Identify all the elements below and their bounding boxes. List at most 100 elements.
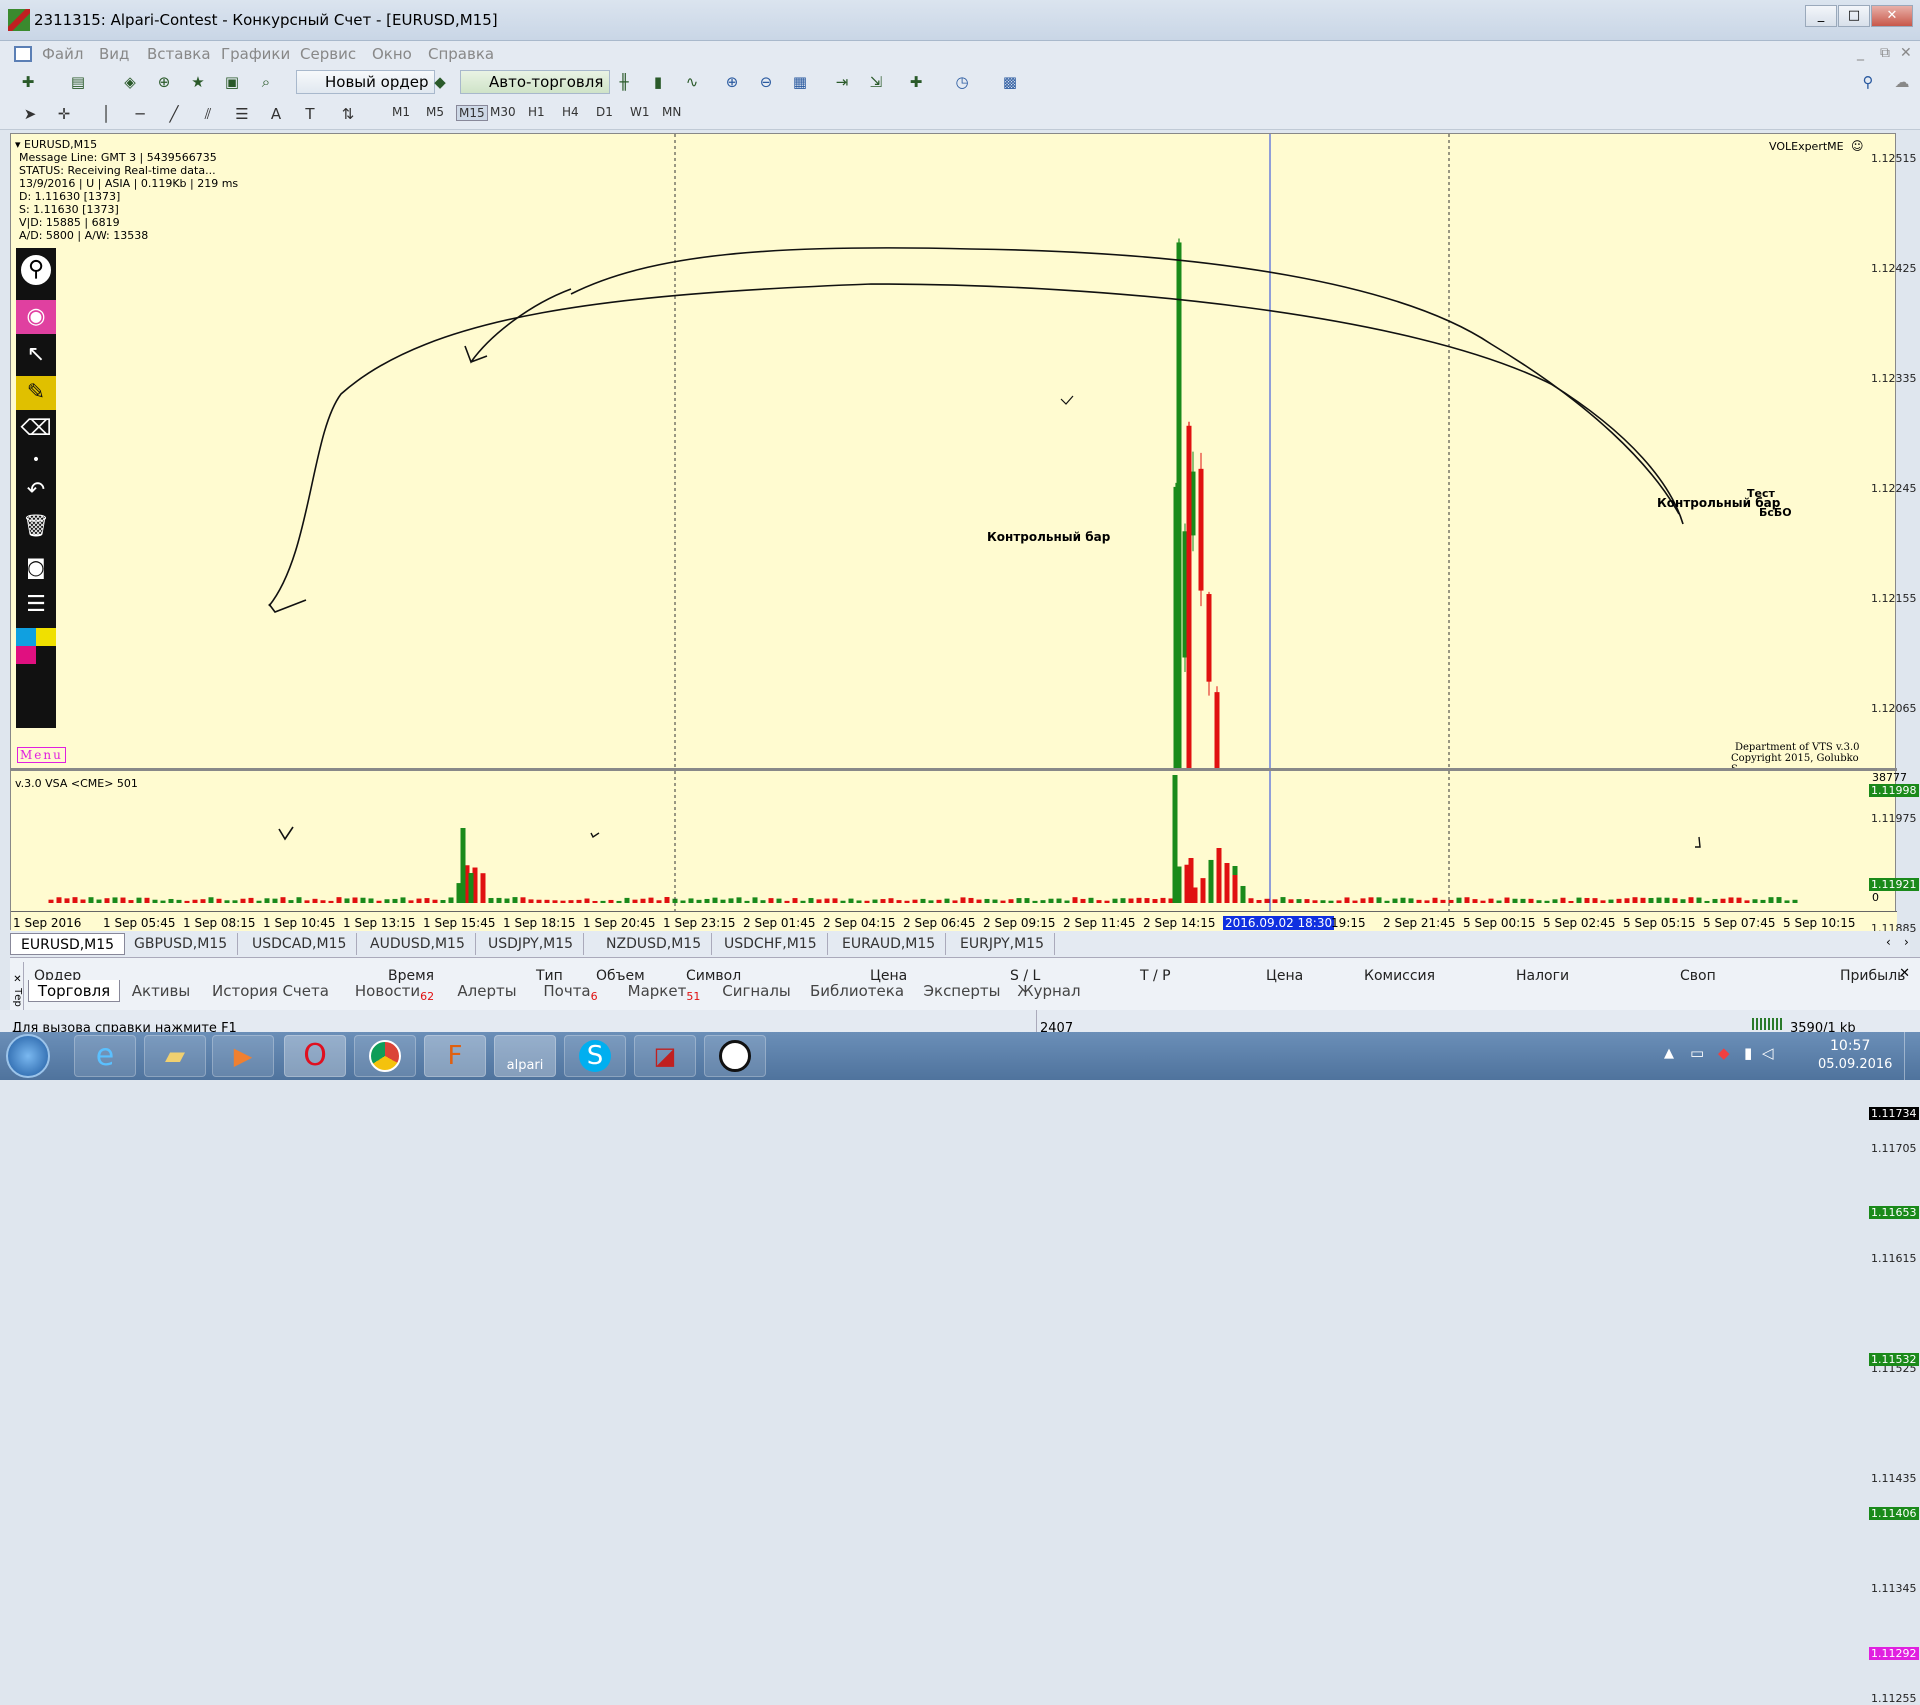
terminal-tab[interactable]: Маркет51 [617,980,711,1003]
hand-drawn-tick[interactable] [1060,395,1074,405]
pointer-icon[interactable]: ↖ [16,338,56,372]
terminal-column-header[interactable]: Своп [1680,968,1716,984]
color-swatch-magenta[interactable] [16,646,36,664]
text-icon[interactable]: A [264,102,288,126]
new-chart-icon[interactable]: ✚ [16,70,40,94]
mdi-minimize-button[interactable]: _ [1857,45,1864,61]
tf-d1[interactable]: D1 [596,105,613,119]
terminal-column-header[interactable]: Налоги [1516,968,1569,984]
terminal-tab[interactable]: Почта6 [528,980,613,1003]
time-cursor-label[interactable]: 2016.09.02 18:30 [1223,916,1335,930]
channel-icon[interactable]: ⫽ [196,102,220,126]
clock-date[interactable]: 05.09.2016 [1818,1057,1892,1072]
tf-m1[interactable]: M1 [392,105,410,119]
search-icon[interactable]: ⚲ [1856,70,1880,94]
chrome-icon[interactable] [354,1035,416,1077]
tf-m30[interactable]: M30 [490,105,516,119]
tf-h4[interactable]: H4 [562,105,579,119]
pen-icon[interactable]: ✎ [16,376,56,410]
vertical-line-icon[interactable]: │ [94,102,118,126]
dot-size-icon[interactable]: • [16,452,56,472]
tray-expand-icon[interactable]: ▲ [1664,1046,1674,1061]
symbol-tab[interactable]: GBPUSD,M15 [124,933,239,955]
list-icon[interactable]: ☰ [16,588,56,622]
tf-m5[interactable]: M5 [426,105,444,119]
terminal-tab[interactable]: Эксперты [916,980,1008,1002]
arrows-icon[interactable]: ⇅ [336,102,360,126]
candlestick-icon[interactable]: ▮ [646,70,670,94]
terminal-tab[interactable]: Новости62 [343,980,446,1003]
menu-button[interactable]: Menu [17,747,66,763]
hand-drawn-arc[interactable] [570,247,1680,515]
trash-icon[interactable]: 🗑 [16,510,56,544]
ie-icon[interactable]: e [74,1035,136,1077]
favorites-icon[interactable]: ★ [186,70,210,94]
tf-w1[interactable]: W1 [630,105,650,119]
mdi-restore-button[interactable]: ⧉ [1880,45,1890,61]
tray-app-icon[interactable]: ◆ [1718,1044,1730,1062]
terminal-tab[interactable]: Сигналы [715,980,798,1002]
symbol-tab[interactable]: NZDUSD,M15 [596,933,713,955]
terminal-column-header[interactable]: Комиссия [1364,968,1435,984]
start-button[interactable] [6,1034,50,1078]
terminal-tab[interactable]: История Счета [202,980,339,1002]
tf-h1[interactable]: H1 [528,105,545,119]
terminal-column-header[interactable]: Цена [1266,968,1303,984]
show-desktop-button[interactable] [1904,1032,1920,1080]
vts-taskbar-icon[interactable] [704,1035,766,1077]
autoscroll-icon[interactable]: ⇲ [864,70,888,94]
price-chart[interactable] [11,134,1871,768]
horizontal-line-icon[interactable]: ─ [128,102,152,126]
menu-file[interactable]: Файл [42,45,83,63]
fibonacci-icon[interactable]: ☰ [230,102,254,126]
close-button[interactable]: ✕ [1871,5,1913,27]
explorer-icon[interactable]: ▰ [144,1035,206,1077]
crosshair-icon[interactable]: ✛ [52,102,76,126]
menu-insert[interactable]: Вставка [147,45,211,63]
symbol-tab[interactable]: EURJPY,M15 [950,933,1055,955]
vts-logo-icon[interactable]: ⚲ [18,252,54,288]
menu-help[interactable]: Справка [428,45,494,63]
tray-signal-icon[interactable]: ▮ [1744,1044,1752,1062]
fl-icon[interactable]: F [424,1035,486,1077]
terminal-column-header[interactable]: Прибыль [1840,968,1905,984]
terminal-tab[interactable]: Алерты [450,980,524,1002]
trendline-icon[interactable]: ╱ [162,102,186,126]
terminal-icon[interactable]: ▣ [220,70,244,94]
cursor-icon[interactable]: ➤ [18,102,42,126]
periods-icon[interactable]: ◷ [950,70,974,94]
minimize-button[interactable]: _ [1805,5,1837,27]
hand-drawn-arrow[interactable] [464,288,572,364]
symbol-tab[interactable]: USDCHF,M15 [714,933,828,955]
tray-network-icon[interactable]: ▭ [1690,1044,1704,1062]
menu-tools[interactable]: Сервис [300,45,356,63]
auto-trading-button[interactable]: Авто-торговля [460,70,611,94]
navigator-icon[interactable]: ⊕ [152,70,176,94]
terminal-tab[interactable]: Торговля [28,980,120,1002]
line-chart-icon[interactable]: ∿ [680,70,704,94]
terminal-scroll-icon[interactable]: ✕ [1899,966,1910,981]
color-swatch-black[interactable] [36,646,56,664]
mdi-close-button[interactable]: ✕ [1900,45,1912,61]
indicators-icon[interactable]: ✚ [904,70,928,94]
tile-windows-icon[interactable]: ▦ [788,70,812,94]
terminal-tab[interactable]: Библиотека [802,980,912,1002]
tf-mn[interactable]: MN [662,105,681,119]
bar-chart-icon[interactable]: ╫ [612,70,636,94]
terminal-tab[interactable]: Активы [124,980,198,1002]
templates-icon[interactable]: ▩ [998,70,1022,94]
new-order-button[interactable]: Новый ордер [296,70,436,94]
symbol-tab[interactable]: USDCAD,M15 [242,933,358,955]
undo-icon[interactable]: ↶ [16,474,56,508]
symbol-tab[interactable]: USDJPY,M15 [478,933,585,955]
alpari-icon[interactable]: alpari [494,1035,556,1077]
tabs-right-arrow[interactable]: › [1904,935,1909,949]
symbol-tab[interactable]: EURAUD,M15 [832,933,947,955]
app-icon[interactable]: ◪ [634,1035,696,1077]
volume-pane[interactable]: v.3.0 VSA <CME> 501 [11,771,1871,911]
maximize-button[interactable]: □ [1838,5,1870,27]
opera-icon[interactable]: O [284,1035,346,1077]
profiles-icon[interactable]: ▤ [66,70,90,94]
eye-icon[interactable]: ◉ [16,300,56,334]
color-swatch-yellow[interactable] [36,628,56,646]
